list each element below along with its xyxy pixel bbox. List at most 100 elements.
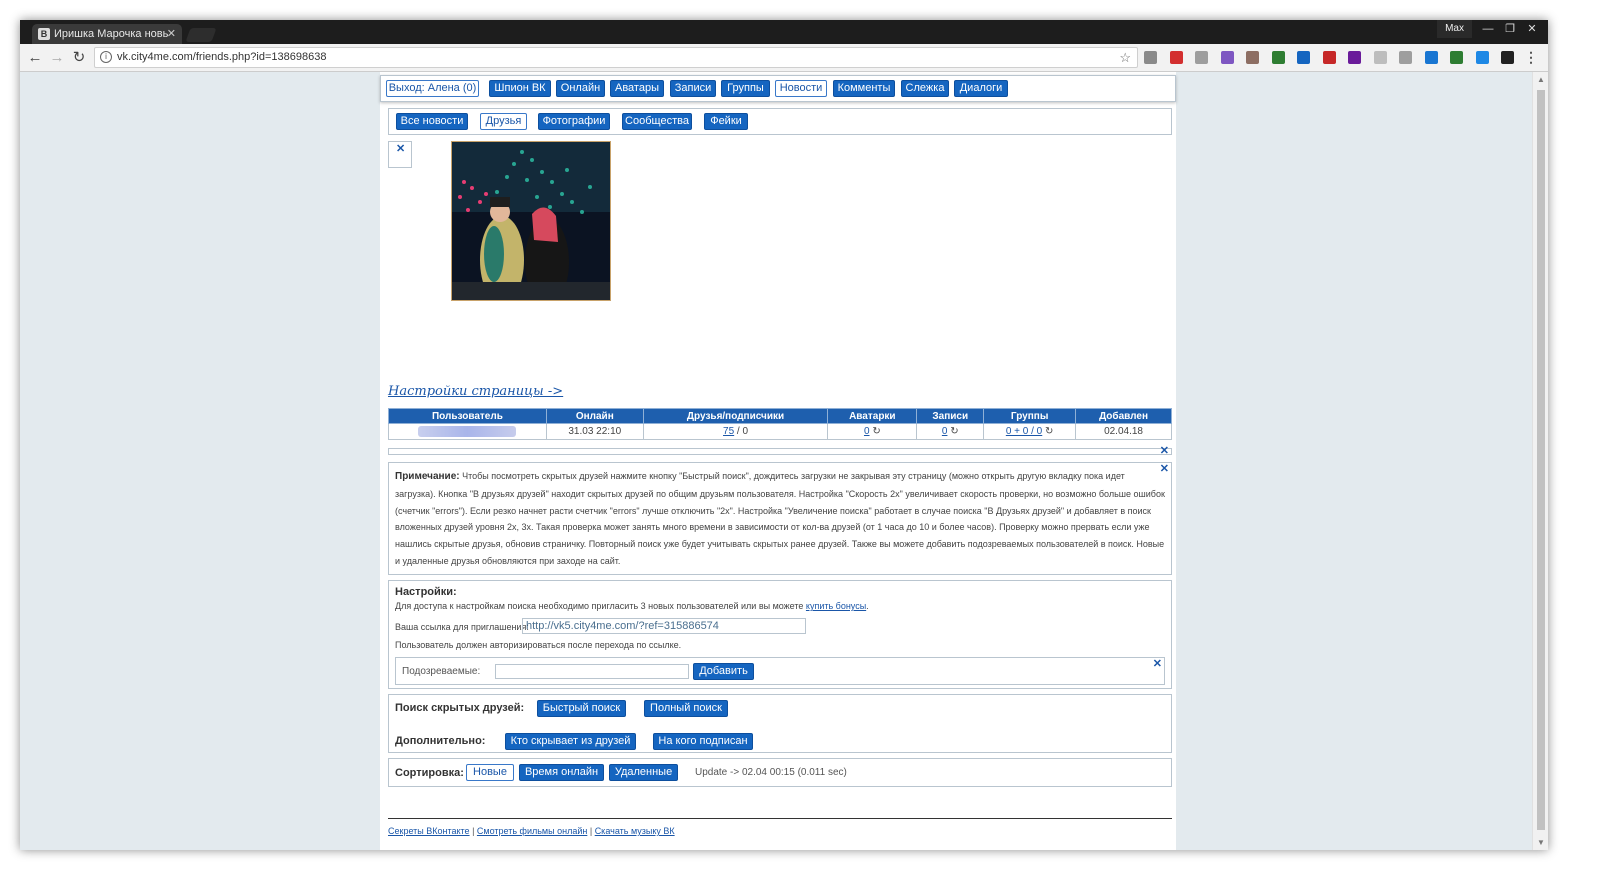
- refresh-icon[interactable]: ↻: [950, 426, 958, 437]
- auth-note: Пользователь должен авторизироваться пос…: [395, 640, 682, 650]
- close-icon[interactable]: ✕: [1153, 659, 1162, 670]
- footer-link-movies[interactable]: Смотреть фильмы онлайн: [477, 826, 587, 836]
- close-window-icon[interactable]: ✕: [1522, 20, 1542, 40]
- subnav-photos[interactable]: Фотографии: [538, 113, 610, 130]
- close-icon[interactable]: ✕: [396, 144, 405, 155]
- subnav-communities[interactable]: Сообщества: [622, 113, 692, 130]
- extension-icon[interactable]: [1144, 51, 1157, 64]
- add-suspect-button[interactable]: Добавить: [693, 663, 754, 680]
- subscribers-count: / 0: [734, 426, 749, 437]
- browser-toolbar: ← → ↻ i vk.city4me.com/friends.php?id=13…: [20, 44, 1548, 72]
- table-row: 31.03 22:10 75 / 0 0 ↻ 0 ↻ 0 + 0 / 0 ↻ 0…: [388, 423, 1172, 440]
- sort-deleted-button[interactable]: Удаленные: [609, 764, 678, 781]
- subnav-friends[interactable]: Друзья: [480, 113, 527, 130]
- invite-link-field[interactable]: http://vk5.city4me.com/?ref=315886574: [522, 618, 806, 634]
- added-value: 02.04.18: [1075, 423, 1172, 440]
- update-status: Update -> 02.04 00:15 (0.011 sec): [695, 767, 847, 778]
- extension-icon[interactable]: [1195, 51, 1208, 64]
- col-online: Онлайн: [545, 408, 644, 424]
- logout-button[interactable]: Выход: Алена (0): [386, 80, 479, 97]
- forward-icon[interactable]: →: [48, 49, 66, 67]
- page-content: Выход: Алена (0) Шпион ВК Онлайн Аватары…: [380, 72, 1176, 850]
- extension-icon[interactable]: [1501, 51, 1514, 64]
- browser-tab[interactable]: B Иришка Марочка новь ✕: [32, 24, 182, 44]
- refresh-icon[interactable]: ↻: [1045, 426, 1053, 437]
- nav-dialogs[interactable]: Диалоги: [954, 80, 1008, 97]
- minimize-icon[interactable]: —: [1478, 20, 1498, 40]
- footer-link-secrets[interactable]: Секреты ВКонтакте: [388, 826, 470, 836]
- suspects-panel: Подозреваемые: Добавить ✕: [395, 657, 1165, 685]
- who-hides-button[interactable]: Кто скрывает из друзей: [505, 733, 636, 750]
- invite-label: Ваша ссылка для приглашения:: [395, 622, 529, 632]
- user-photo[interactable]: [451, 141, 611, 301]
- avatars-link[interactable]: 0: [864, 426, 870, 437]
- subnav-fakes[interactable]: Фейки: [704, 113, 748, 130]
- collapsed-panel: ✕: [388, 446, 1172, 457]
- buy-bonuses-link[interactable]: купить бонусы: [806, 601, 866, 611]
- col-records: Записи: [916, 408, 985, 424]
- footer-link-music[interactable]: Скачать музыку ВК: [595, 826, 675, 836]
- top-navigation: Выход: Алена (0) Шпион ВК Онлайн Аватары…: [380, 75, 1176, 102]
- profile-button[interactable]: Max: [1437, 20, 1472, 38]
- sort-online-time-button[interactable]: Время онлайн: [519, 764, 604, 781]
- tab-close-icon[interactable]: ✕: [167, 24, 176, 44]
- sort-new-button[interactable]: Новые: [466, 764, 514, 781]
- refresh-icon[interactable]: ↻: [872, 426, 880, 437]
- extension-icon[interactable]: [1475, 51, 1489, 64]
- extension-icon[interactable]: [1169, 51, 1183, 64]
- nav-groups[interactable]: Группы: [721, 80, 770, 97]
- groups-link[interactable]: 0 + 0 / 0: [1006, 426, 1042, 437]
- nav-avatars[interactable]: Аватары: [610, 80, 664, 97]
- search-panel: Поиск скрытых друзей: Быстрый поиск Полн…: [388, 694, 1172, 753]
- browser-menu-icon[interactable]: ⋮: [1524, 49, 1538, 66]
- col-groups: Группы: [983, 408, 1077, 424]
- vertical-scrollbar[interactable]: ▲ ▼: [1532, 72, 1548, 850]
- nav-spy-vk[interactable]: Шпион ВК: [489, 80, 551, 97]
- records-link[interactable]: 0: [942, 426, 948, 437]
- close-icon[interactable]: ✕: [1160, 446, 1169, 457]
- extension-icon[interactable]: [1322, 51, 1336, 64]
- scroll-down-icon[interactable]: ▼: [1537, 838, 1545, 847]
- extension-icon[interactable]: [1424, 51, 1438, 64]
- extension-icon[interactable]: [1297, 51, 1310, 64]
- extension-icon[interactable]: [1450, 51, 1463, 64]
- quick-search-button[interactable]: Быстрый поиск: [537, 700, 626, 717]
- close-icon[interactable]: ✕: [1160, 464, 1169, 475]
- settings-title: Настройки:: [395, 586, 457, 598]
- full-search-button[interactable]: Полный поиск: [644, 700, 728, 717]
- suspects-input[interactable]: [495, 664, 689, 679]
- col-avatars: Аватарки: [827, 408, 918, 424]
- settings-panel: Настройки: Для доступа к настройкам поис…: [388, 580, 1172, 689]
- nav-records[interactable]: Записи: [670, 80, 716, 97]
- restore-icon[interactable]: ❐: [1500, 20, 1520, 40]
- records-cell: 0 ↻: [916, 423, 985, 440]
- bookmark-star-icon[interactable]: ☆: [1119, 48, 1131, 67]
- scroll-up-icon[interactable]: ▲: [1537, 75, 1545, 84]
- extension-icon[interactable]: [1271, 51, 1285, 64]
- info-icon[interactable]: i: [100, 51, 112, 63]
- subscribed-to-button[interactable]: На кого подписан: [653, 733, 753, 750]
- nav-news[interactable]: Новости: [775, 80, 827, 97]
- user-stats-table: Пользователь Онлайн Друзья/подписчики Ав…: [388, 408, 1172, 440]
- extension-icon[interactable]: [1348, 51, 1361, 64]
- scroll-thumb[interactable]: [1537, 90, 1545, 830]
- subnav-all-news[interactable]: Все новости: [396, 113, 468, 130]
- nav-tracking[interactable]: Слежка: [901, 80, 949, 97]
- back-icon[interactable]: ←: [26, 49, 44, 67]
- table-header-row: Пользователь Онлайн Друзья/подписчики Ав…: [388, 408, 1172, 424]
- nav-comments[interactable]: Комменты: [833, 80, 895, 97]
- address-bar[interactable]: i vk.city4me.com/friends.php?id=13869863…: [94, 47, 1138, 68]
- avatars-cell: 0 ↻: [827, 423, 918, 440]
- page-settings-link[interactable]: Настройки страницы ->: [388, 384, 563, 399]
- extension-icon[interactable]: [1246, 51, 1259, 64]
- extension-icon[interactable]: [1220, 51, 1234, 64]
- extension-icon[interactable]: [1399, 51, 1412, 64]
- extension-icon[interactable]: [1373, 51, 1387, 64]
- friends-count-link[interactable]: 75: [723, 426, 734, 437]
- reload-icon[interactable]: ↻: [70, 49, 88, 67]
- user-name-blurred[interactable]: [388, 423, 547, 440]
- nav-online[interactable]: Онлайн: [556, 80, 605, 97]
- url-text[interactable]: vk.city4me.com/friends.php?id=138698638: [117, 48, 326, 67]
- new-tab-button[interactable]: [185, 28, 217, 42]
- title-bar: B Иришка Марочка новь ✕ Max — ❐ ✕: [20, 20, 1548, 44]
